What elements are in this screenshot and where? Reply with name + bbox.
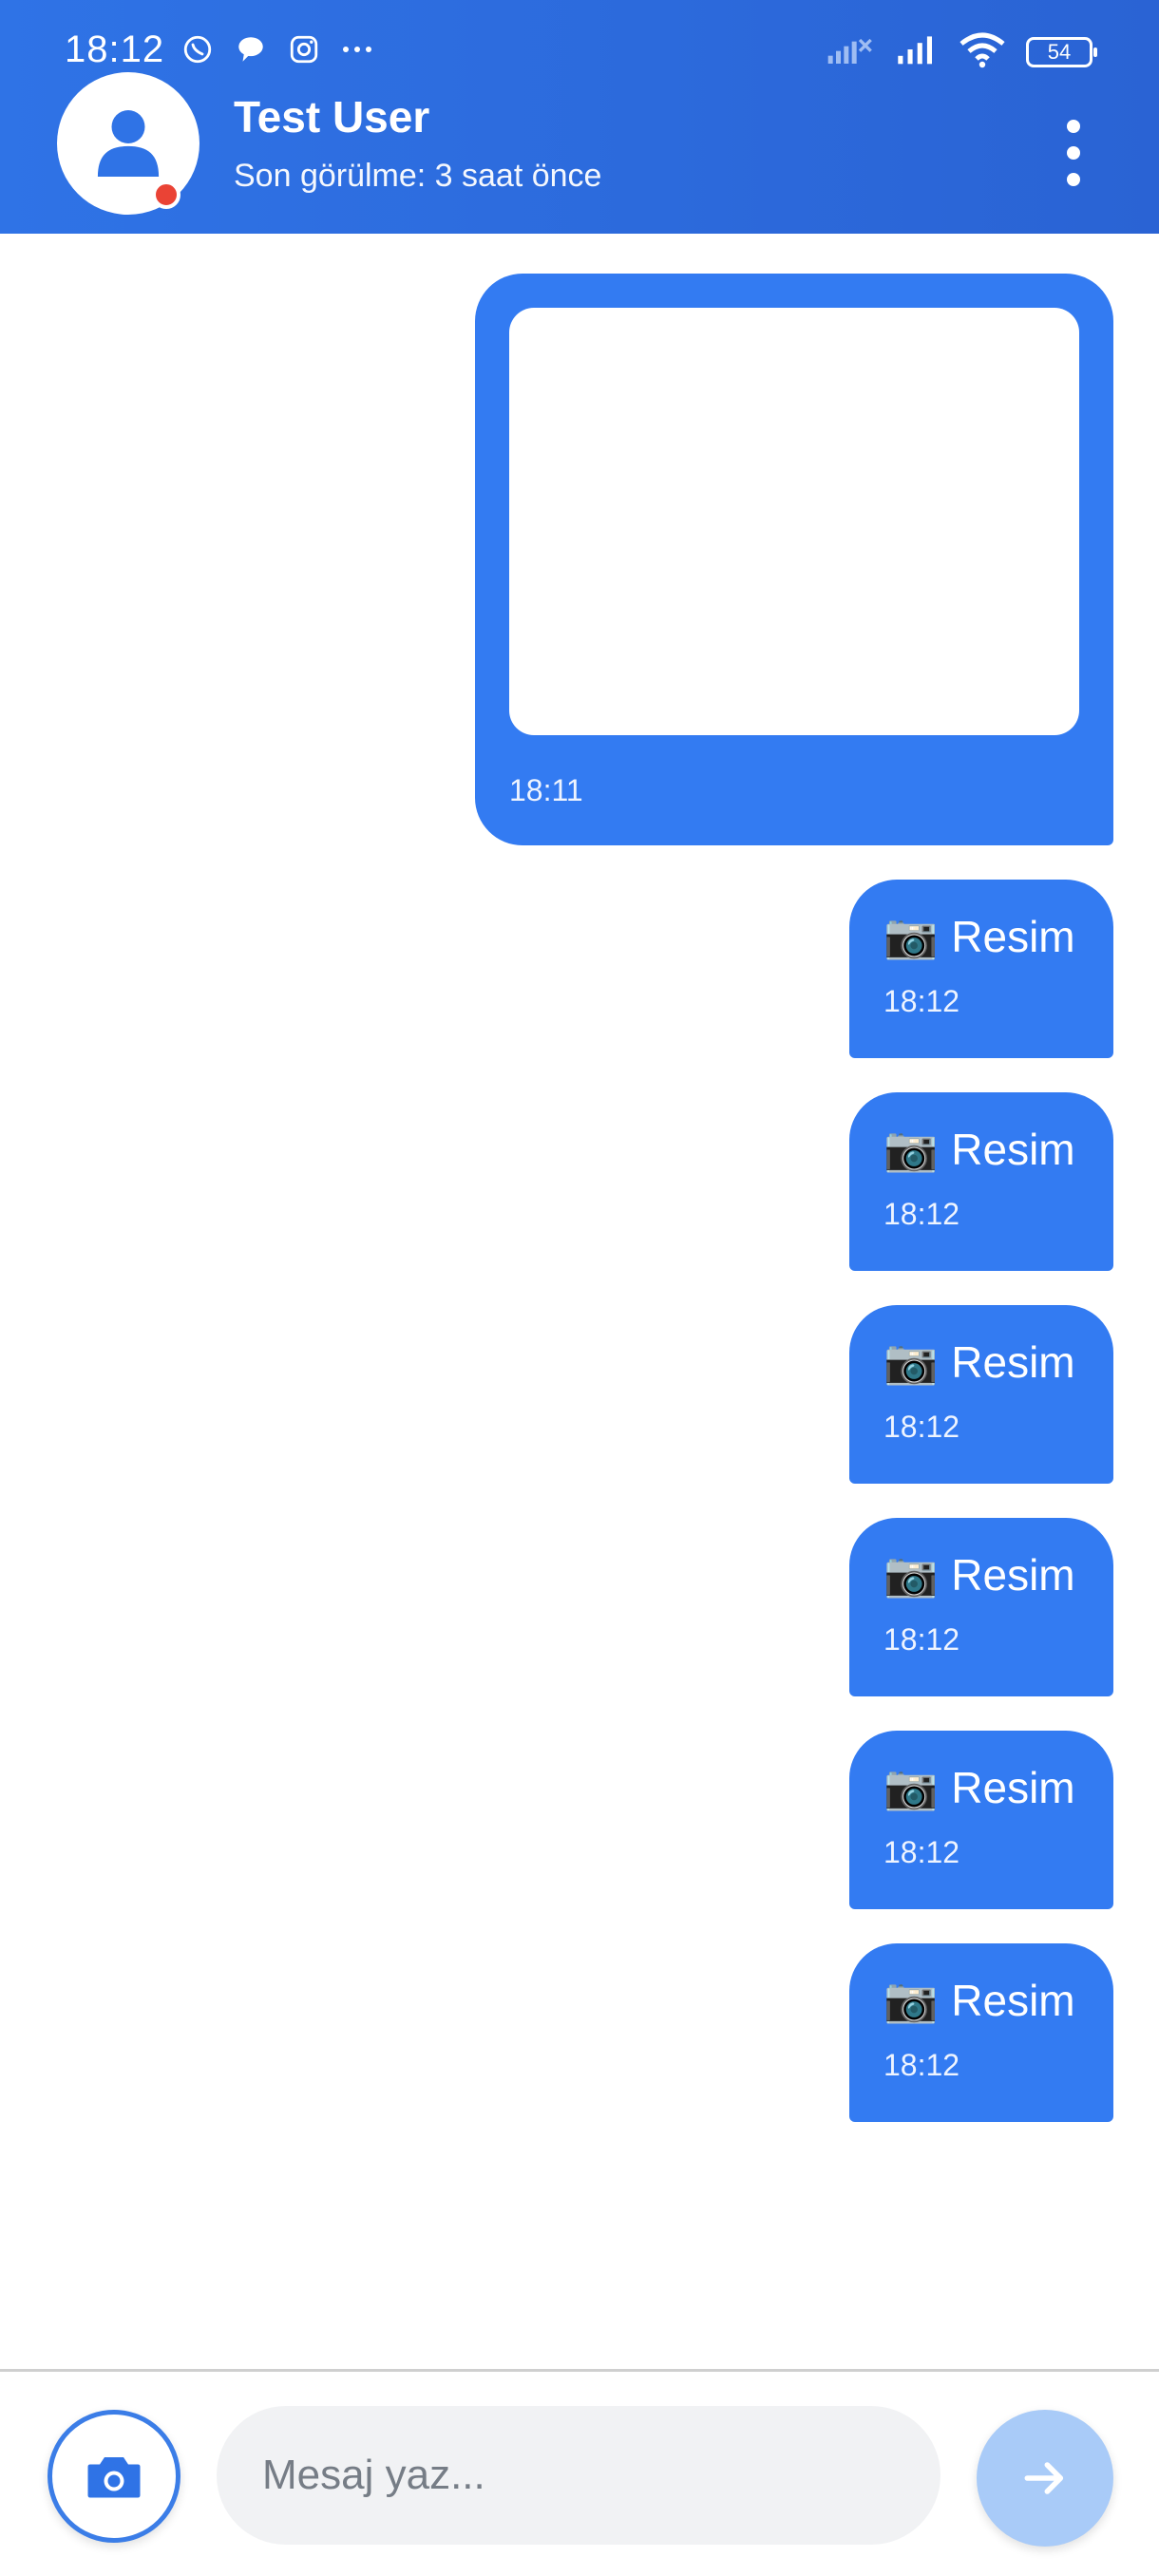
chat-bubble-icon <box>234 32 268 66</box>
image-message[interactable]: 18:11 <box>475 274 1113 845</box>
dot-icon <box>1067 120 1080 133</box>
instagram-icon <box>287 32 321 66</box>
message-label: Resim <box>951 1975 1075 2025</box>
dot-icon <box>1067 173 1080 186</box>
signal-off-icon <box>826 33 874 70</box>
message-composer <box>0 2372 1159 2576</box>
camera-emoji-icon: 📷 <box>884 1762 939 1811</box>
more-options-button[interactable] <box>1054 120 1092 186</box>
status-time: 18:12 <box>65 28 165 70</box>
message-label: Resim <box>951 1124 1075 1174</box>
message-time: 18:12 <box>884 984 960 1018</box>
message-time: 18:11 <box>509 773 583 807</box>
message-label: Resim <box>951 1549 1075 1600</box>
send-button[interactable] <box>977 2410 1113 2547</box>
status-bar: 18:12 54 <box>0 0 1159 95</box>
dot-icon <box>1067 146 1080 160</box>
status-dot <box>152 180 180 209</box>
camera-emoji-icon: 📷 <box>884 911 939 960</box>
user-icon <box>97 110 160 177</box>
message-label: Resim <box>951 1762 1075 1812</box>
camera-emoji-icon: 📷 <box>884 1549 939 1599</box>
whatsapp-icon <box>180 32 215 66</box>
system-status-icons: 54 <box>826 30 1097 73</box>
photo-message[interactable]: 📷 Resim 18:12 <box>849 1731 1113 1909</box>
message-time: 18:12 <box>884 1622 960 1657</box>
photo-message[interactable]: 📷 Resim 18:12 <box>849 1943 1113 2122</box>
message-input-container[interactable] <box>217 2406 940 2545</box>
photo-message[interactable]: 📷 Resim 18:12 <box>849 1305 1113 1484</box>
message-time: 18:12 <box>884 1835 960 1869</box>
contact-name[interactable]: Test User <box>234 91 429 142</box>
message-time: 18:12 <box>884 1197 960 1231</box>
signal-icon <box>893 33 939 70</box>
message-label: Resim <box>951 1336 1075 1387</box>
last-seen-text: Son görülme: 3 saat önce <box>234 158 602 194</box>
camera-emoji-icon: 📷 <box>884 1336 939 1386</box>
chat-header: 18:12 54 Test User Son görülme: 3 saat ö… <box>0 0 1159 234</box>
image-preview[interactable] <box>509 308 1079 735</box>
camera-icon <box>87 2457 141 2498</box>
message-label: Resim <box>951 911 1075 961</box>
battery-icon: 54 <box>1026 36 1097 67</box>
photo-message[interactable]: 📷 Resim 18:12 <box>849 1092 1113 1271</box>
message-time: 18:12 <box>884 2048 960 2082</box>
arrow-right-icon <box>1024 2462 1064 2494</box>
photo-message[interactable]: 📷 Resim 18:12 <box>849 880 1113 1058</box>
camera-emoji-icon: 📷 <box>884 1975 939 2024</box>
notification-icons <box>180 32 374 66</box>
photo-message[interactable]: 📷 Resim 18:12 <box>849 1518 1113 1696</box>
message-time: 18:12 <box>884 1410 960 1444</box>
wifi-icon <box>958 30 1007 73</box>
camera-emoji-icon: 📷 <box>884 1124 939 1173</box>
more-notifications-icon <box>340 32 374 66</box>
camera-button[interactable] <box>48 2410 180 2543</box>
message-input[interactable] <box>262 2437 889 2513</box>
